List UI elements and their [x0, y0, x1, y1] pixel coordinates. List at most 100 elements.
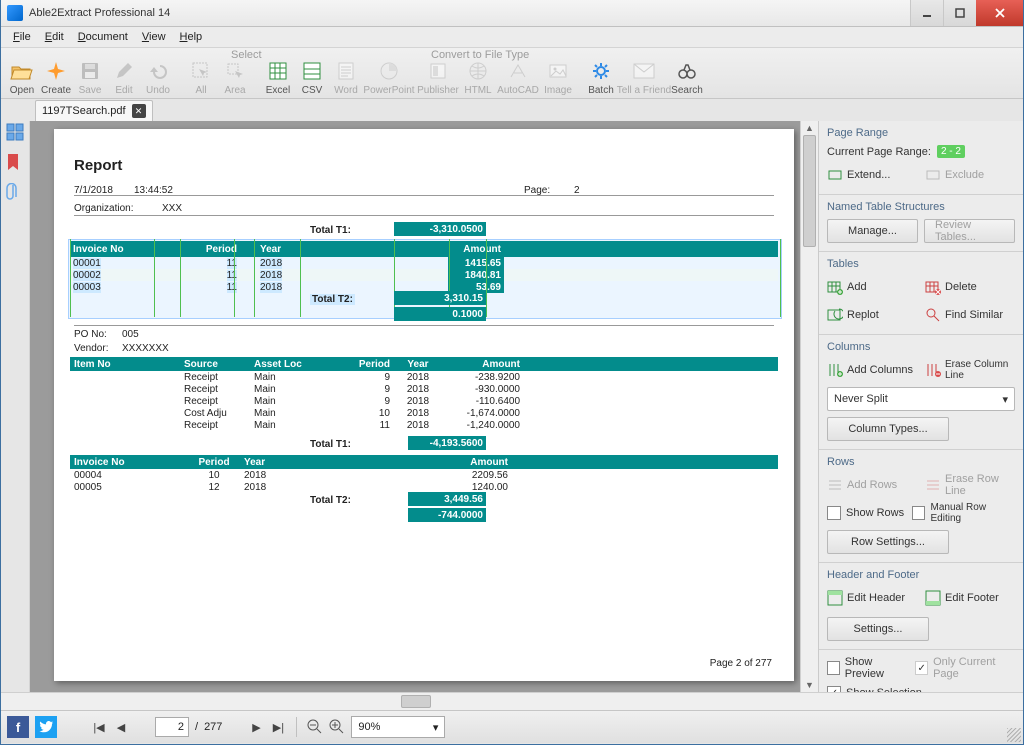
zoom-out-button[interactable] [307, 719, 323, 735]
select-area-button[interactable]: Area [218, 50, 252, 98]
replot-button[interactable]: Replot [827, 304, 917, 326]
add-table-icon [827, 279, 843, 295]
org-value: XXX [162, 203, 182, 214]
status-bar: f |◀ ◀ 2 / 277 ▶ ▶| 90%▾ [1, 710, 1023, 743]
right-panel: Page Range Current Page Range: 2 - 2 Ext… [818, 121, 1023, 692]
twitter-icon[interactable] [35, 716, 57, 738]
hf-settings-button[interactable]: Settings... [827, 617, 929, 641]
total-t1-value: -3,310.0500 [394, 222, 486, 236]
app-icon [7, 5, 23, 21]
first-page-button[interactable]: |◀ [91, 719, 107, 735]
page-range-header: Page Range [827, 127, 1015, 139]
column-types-button[interactable]: Column Types... [827, 417, 949, 441]
tab-strip: 1197TSearch.pdf ✕ [1, 99, 1023, 121]
zoom-select[interactable]: 90%▾ [351, 716, 445, 738]
named-structs-header: Named Table Structures [827, 201, 1015, 213]
vendor-value: XXXXXXX [122, 343, 169, 354]
attachment-icon[interactable] [6, 183, 24, 201]
batch-button[interactable]: Batch [584, 50, 618, 98]
inv2-total-label: Total T2: [310, 495, 351, 506]
show-preview-checkbox[interactable]: Show Preview [827, 656, 907, 680]
csv-button[interactable]: CSV [295, 50, 329, 98]
maximize-button[interactable] [943, 0, 976, 26]
manual-row-checkbox[interactable]: Manual Row Editing [912, 502, 1015, 524]
thumbnails-icon[interactable] [6, 123, 24, 141]
zoom-in-button[interactable] [329, 719, 345, 735]
next-page-button[interactable]: ▶ [248, 719, 264, 735]
review-tables-button[interactable]: Review Tables... [924, 219, 1015, 243]
menu-file[interactable]: File [7, 30, 37, 44]
resize-grip[interactable] [1007, 728, 1021, 742]
edit-button[interactable]: Edit [107, 50, 141, 98]
open-button[interactable]: Open [5, 50, 39, 98]
horizontal-scrollbar[interactable] [1, 692, 1023, 710]
org-label: Organization: [74, 203, 133, 214]
word-button[interactable]: Word [329, 50, 363, 98]
find-icon [925, 307, 941, 323]
manage-button[interactable]: Manage... [827, 219, 918, 243]
page-sep: / [195, 721, 198, 733]
split-select[interactable]: Never Split▾ [827, 387, 1015, 411]
image-button[interactable]: Image [541, 50, 575, 98]
tell-friend-button[interactable]: Tell a Friend [618, 50, 670, 98]
only-current-checkbox[interactable]: ✓Only Current Page [915, 656, 1015, 680]
add-table-button[interactable]: Add [827, 276, 917, 298]
inv2-value2: -744.0000 [408, 508, 486, 522]
page-of-label: Page 2 of 277 [710, 658, 772, 669]
edit-header-button[interactable]: Edit Header [827, 587, 917, 609]
toolbar: Select Convert to File Type Open Create … [1, 48, 1023, 99]
exclude-icon [925, 167, 941, 183]
find-similar-button[interactable]: Find Similar [925, 304, 1015, 326]
edit-footer-button[interactable]: Edit Footer [925, 587, 1015, 609]
minimize-button[interactable] [910, 0, 943, 26]
erase-column-button[interactable]: Erase Column Line [925, 359, 1015, 381]
titlebar: Able2Extract Professional 14 [1, 0, 1023, 27]
add-rows-button[interactable]: Add Rows [827, 474, 917, 496]
select-all-button[interactable]: All [184, 50, 218, 98]
delete-table-icon [925, 279, 941, 295]
page-current-input[interactable]: 2 [155, 717, 189, 737]
hscroll-thumb[interactable] [401, 695, 431, 708]
autocad-button[interactable]: AutoCAD [495, 50, 541, 98]
bookmark-icon[interactable] [6, 153, 24, 171]
exclude-button[interactable]: Exclude [925, 164, 1015, 186]
undo-button[interactable]: Undo [141, 50, 175, 98]
powerpoint-button[interactable]: PowerPoint [363, 50, 415, 98]
total-t2-value: 3,310.15 [394, 291, 486, 305]
scroll-down-icon[interactable]: ▼ [801, 678, 818, 692]
create-button[interactable]: Create [39, 50, 73, 98]
last-page-button[interactable]: ▶| [270, 719, 286, 735]
extend-icon [827, 167, 843, 183]
prev-page-button[interactable]: ◀ [113, 719, 129, 735]
show-rows-checkbox[interactable]: Show Rows [827, 502, 904, 524]
menu-view[interactable]: View [136, 30, 172, 44]
menu-edit[interactable]: Edit [39, 30, 70, 44]
document-page: Report 7/1/2018 13:44:52 Page: 2 Organiz… [54, 129, 794, 681]
publisher-button[interactable]: Publisher [415, 50, 461, 98]
excel-button[interactable]: Excel [261, 50, 295, 98]
scrollbar-thumb[interactable] [803, 135, 816, 247]
tab-filename: 1197TSearch.pdf [42, 105, 126, 117]
document-viewport[interactable]: Report 7/1/2018 13:44:52 Page: 2 Organiz… [30, 121, 800, 692]
menu-help[interactable]: Help [174, 30, 209, 44]
erase-row-button[interactable]: Erase Row Line [925, 474, 1015, 496]
html-button[interactable]: HTML [461, 50, 495, 98]
row-settings-button[interactable]: Row Settings... [827, 530, 949, 554]
scroll-up-icon[interactable]: ▲ [801, 121, 818, 135]
extend-button[interactable]: Extend... [827, 164, 917, 186]
erase-column-icon [925, 362, 941, 378]
menu-document[interactable]: Document [72, 30, 134, 44]
current-range-label: Current Page Range: [827, 146, 931, 158]
globe-icon [466, 59, 490, 83]
save-button[interactable]: Save [73, 50, 107, 98]
vertical-scrollbar[interactable]: ▲ ▼ [800, 121, 818, 692]
autocad-icon [506, 59, 530, 83]
tab-close-icon[interactable]: ✕ [132, 104, 146, 118]
facebook-icon[interactable]: f [7, 716, 29, 738]
delete-table-button[interactable]: Delete [925, 276, 1015, 298]
document-tab[interactable]: 1197TSearch.pdf ✕ [35, 100, 153, 121]
add-columns-button[interactable]: Add Columns [827, 359, 917, 381]
csv-icon [300, 59, 324, 83]
close-button[interactable] [976, 0, 1023, 26]
search-button[interactable]: Search [670, 50, 704, 98]
